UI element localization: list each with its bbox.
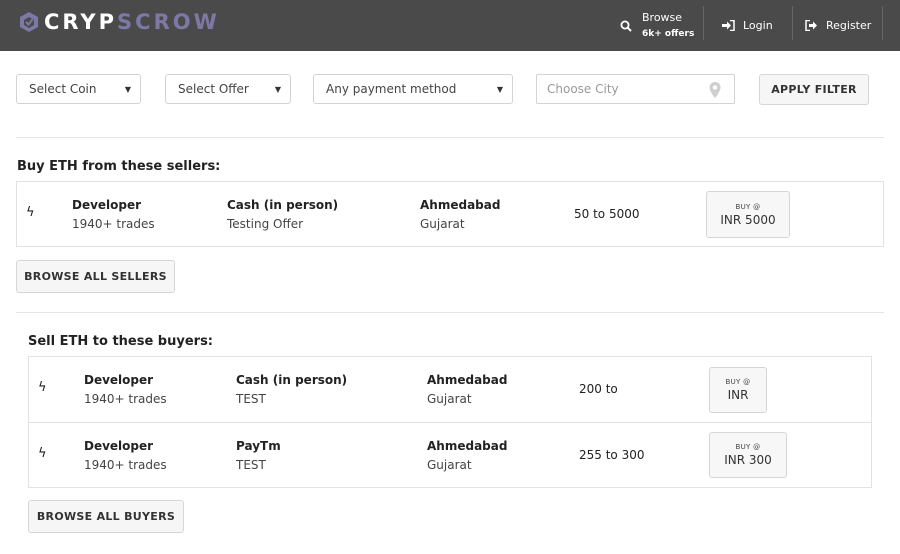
chevron-down-icon: ▼	[496, 85, 503, 94]
buyers-section-title: Sell ETH to these buyers:	[28, 334, 214, 349]
brand-name-part1: CRYP	[44, 10, 118, 34]
buy-button-price: INR 5000	[720, 212, 776, 227]
offer-note: Testing Offer	[227, 217, 304, 231]
browse-count: 6k+ offers	[642, 28, 695, 39]
browse-all-buyers-button[interactable]: BROWSE ALL BUYERS	[28, 500, 184, 533]
payment-method-select[interactable]: Any payment method ▼	[313, 74, 513, 104]
nav-divider	[882, 6, 883, 40]
trader-cell: Developer 1940+ trades	[72, 196, 155, 234]
location-state: Gujarat	[427, 458, 472, 472]
lightning-icon: ϟ	[38, 446, 47, 461]
search-icon	[620, 20, 632, 32]
table-row[interactable]: ϟ Developer 1940+ trades PayTm TEST Ahme…	[29, 422, 871, 487]
limit-range: 200 to	[579, 382, 618, 396]
brand-name: CRYPSCROW	[44, 10, 220, 34]
payment-method: Cash (in person)	[236, 373, 348, 387]
location-state: Gujarat	[420, 217, 465, 231]
trader-name[interactable]: Developer	[72, 196, 155, 215]
brand-logo[interactable]: CRYPSCROW	[18, 10, 220, 34]
payment-cell: Cash (in person) TEST	[236, 371, 347, 409]
buy-button-caption: BUY @	[725, 378, 751, 386]
register-label: Register	[826, 19, 872, 32]
divider	[16, 137, 884, 138]
top-navbar: CRYPSCROW Browse 6k+ offers Login Regist…	[0, 0, 900, 51]
payment-method: Cash (in person)	[227, 198, 339, 212]
trader-cell: Developer 1940+ trades	[84, 437, 167, 475]
trader-trades: 1940+ trades	[84, 392, 167, 406]
browse-label: Browse	[642, 10, 683, 24]
table-row[interactable]: ϟ Developer 1940+ trades Cash (in person…	[17, 182, 883, 247]
location-cell: Ahmedabad Gujarat	[420, 196, 500, 234]
register-link[interactable]: Register	[805, 0, 871, 51]
coin-select[interactable]: Select Coin ▼	[16, 74, 141, 104]
trader-trades: 1940+ trades	[72, 217, 155, 231]
location-city: Ahmedabad	[420, 198, 501, 212]
buy-button-caption: BUY @	[735, 202, 761, 211]
lightning-icon: ϟ	[26, 205, 35, 220]
login-label: Login	[743, 19, 773, 32]
offer-select-value: Select Offer	[178, 82, 249, 96]
login-link[interactable]: Login	[722, 0, 773, 51]
browse-all-buyers-label: BROWSE ALL BUYERS	[36, 510, 176, 523]
limit-range: 50 to 5000	[574, 207, 640, 221]
payment-select-value: Any payment method	[326, 82, 457, 96]
coin-select-value: Select Coin	[29, 82, 97, 96]
buy-button-caption: BUY @	[735, 443, 761, 451]
buy-button[interactable]: BUY @ INR 300	[709, 432, 787, 478]
limit-range: 255 to 300	[579, 448, 645, 462]
browse-all-sellers-button[interactable]: BROWSE ALL SELLERS	[16, 260, 175, 293]
location-city: Ahmedabad	[427, 373, 508, 387]
divider	[16, 312, 884, 313]
sellers-section-title: Buy ETH from these sellers:	[17, 159, 221, 174]
chevron-down-icon: ▼	[124, 85, 131, 94]
payment-cell: PayTm TEST	[236, 437, 281, 475]
chevron-down-icon: ▼	[274, 85, 281, 94]
location-cell: Ahmedabad Gujarat	[427, 371, 507, 409]
brand-name-part2: SCROW	[117, 10, 220, 34]
offer-note: TEST	[236, 392, 266, 406]
city-input-placeholder: Choose City	[547, 82, 619, 96]
payment-method: PayTm	[236, 439, 281, 453]
offer-select[interactable]: Select Offer ▼	[165, 74, 291, 104]
location-state: Gujarat	[427, 392, 472, 406]
login-icon	[722, 20, 735, 31]
buy-button-price: INR	[727, 388, 749, 402]
trader-name[interactable]: Developer	[84, 437, 167, 456]
apply-filter-button[interactable]: APPLY FILTER	[759, 74, 869, 105]
buy-button[interactable]: BUY @ INR	[709, 367, 767, 413]
lightning-icon: ϟ	[38, 380, 47, 395]
buyers-table: ϟ Developer 1940+ trades Cash (in person…	[28, 356, 872, 488]
offer-note: TEST	[236, 458, 266, 472]
location-city: Ahmedabad	[427, 439, 508, 453]
buy-button[interactable]: BUY @ INR 5000	[706, 191, 790, 238]
apply-filter-label: APPLY FILTER	[771, 83, 857, 96]
trader-cell: Developer 1940+ trades	[84, 371, 167, 409]
trader-name[interactable]: Developer	[84, 371, 167, 390]
logo-mark-icon	[20, 12, 38, 32]
register-icon	[805, 20, 817, 31]
nav-divider	[703, 6, 704, 40]
sellers-table: ϟ Developer 1940+ trades Cash (in person…	[16, 181, 884, 247]
buy-button-price: INR 300	[724, 453, 772, 467]
table-row[interactable]: ϟ Developer 1940+ trades Cash (in person…	[29, 357, 871, 422]
browse-all-sellers-label: BROWSE ALL SELLERS	[24, 270, 167, 283]
trader-trades: 1940+ trades	[84, 458, 167, 472]
payment-cell: Cash (in person) Testing Offer	[227, 196, 338, 234]
browse-offers-link[interactable]: Browse 6k+ offers	[620, 0, 694, 51]
city-input[interactable]: Choose City	[536, 74, 735, 104]
location-pin-icon	[709, 82, 721, 98]
location-cell: Ahmedabad Gujarat	[427, 437, 507, 475]
nav-divider	[792, 6, 793, 40]
